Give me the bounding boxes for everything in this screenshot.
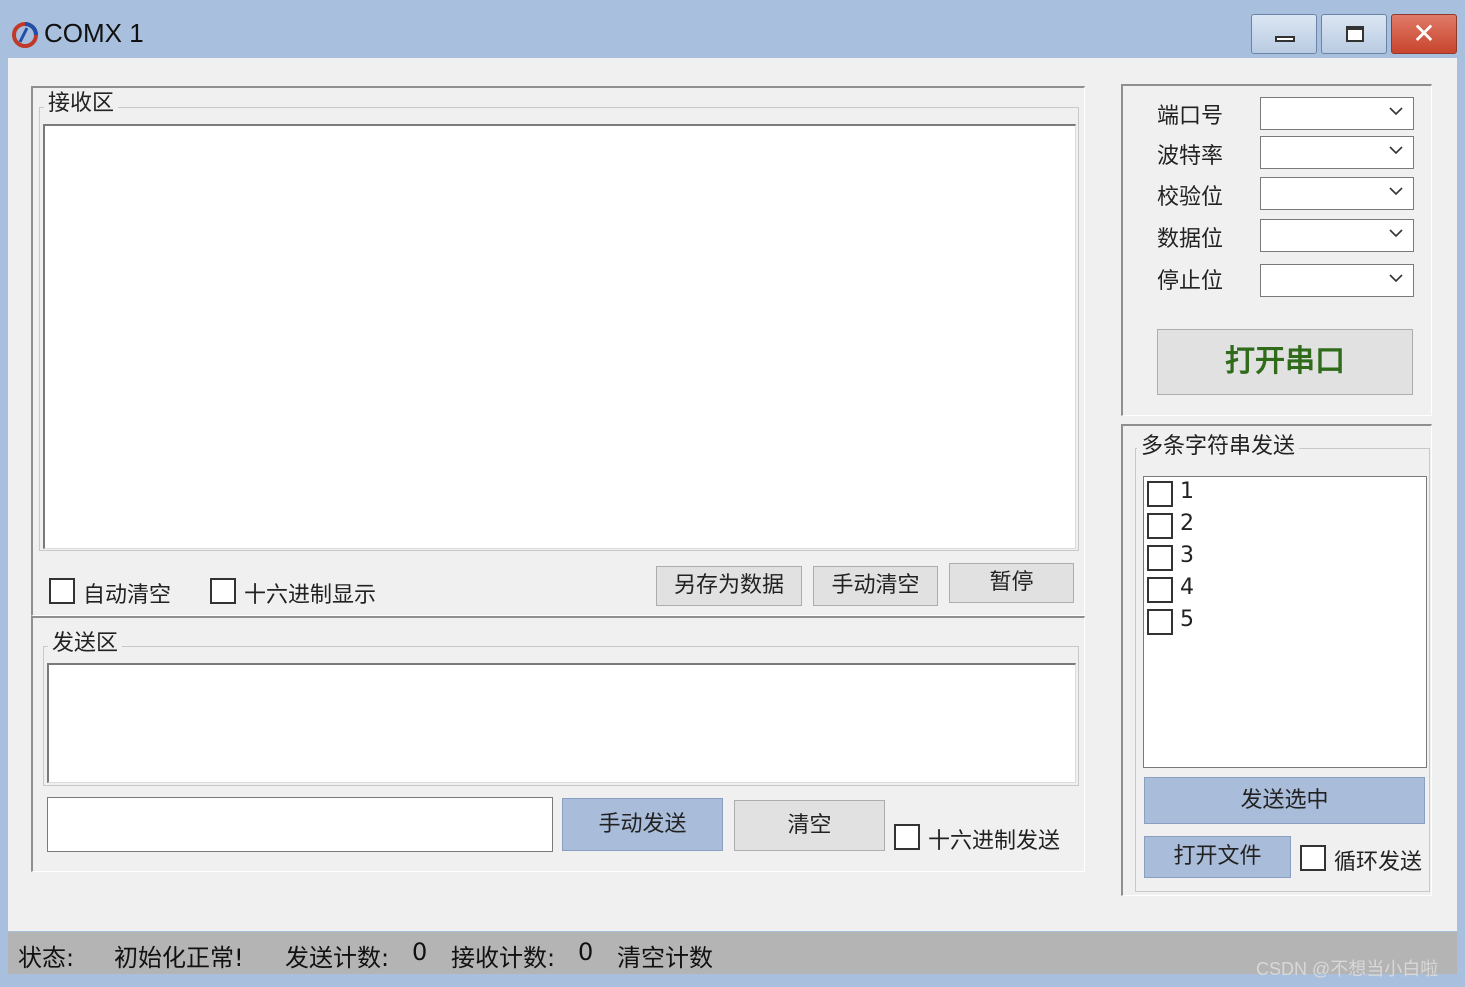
close-icon: ✕ [1412, 17, 1436, 50]
receive-textarea[interactable] [43, 124, 1076, 549]
multi-item-5-checkbox[interactable] [1147, 609, 1173, 635]
loop-send-label: 循环发送 [1334, 850, 1423, 875]
recv-count-label: 接收计数: [451, 944, 556, 972]
multi-item-5-label: 5 [1180, 607, 1194, 632]
send-legend: 发送区 [48, 631, 123, 657]
multi-item-4-label: 4 [1180, 575, 1194, 600]
window-title: COMX 1 [44, 18, 144, 48]
send-count-value: 0 [412, 938, 428, 966]
auto-clear-label: 自动清空 [83, 583, 172, 608]
multi-send-legend: 多条字符串发送 [1137, 434, 1300, 460]
send-count-label: 发送计数: [285, 944, 390, 972]
multi-item-3-label: 3 [1180, 543, 1194, 568]
databits-label: 数据位 [1157, 227, 1224, 252]
manual-send-button[interactable]: 手动发送 [562, 798, 723, 851]
send-textarea[interactable] [47, 663, 1076, 783]
pause-button[interactable]: 暂停 [949, 563, 1074, 603]
manual-clear-button[interactable]: 手动清空 [813, 566, 938, 606]
chevron-down-icon [1389, 107, 1403, 116]
multi-item-2-label: 2 [1180, 511, 1194, 536]
open-port-button[interactable]: 打开串口 [1157, 329, 1413, 395]
app-logo-icon [12, 22, 38, 48]
status-state-label: 状态: [18, 944, 75, 972]
multi-item-3-checkbox[interactable] [1147, 545, 1173, 571]
minimize-button[interactable] [1251, 14, 1317, 54]
baud-label: 波特率 [1157, 144, 1224, 169]
multi-item-2-checkbox[interactable] [1147, 513, 1173, 539]
send-line-input[interactable] [47, 797, 553, 852]
baud-select[interactable] [1260, 136, 1414, 169]
parity-label: 校验位 [1157, 185, 1224, 210]
minimize-icon [1275, 36, 1295, 42]
open-file-button[interactable]: 打开文件 [1144, 836, 1291, 878]
databits-select[interactable] [1260, 219, 1414, 252]
loop-send-checkbox[interactable] [1300, 845, 1326, 871]
clear-count-label: 清空计数 [617, 944, 713, 972]
multi-item-1-checkbox[interactable] [1147, 481, 1173, 507]
chevron-down-icon [1389, 229, 1403, 238]
maximize-icon [1346, 26, 1364, 42]
recv-count-value: 0 [578, 938, 594, 966]
hex-send-checkbox[interactable] [894, 824, 920, 850]
chevron-down-icon [1389, 187, 1403, 196]
title-bar[interactable]: COMX 1 ✕ [0, 0, 1465, 58]
multi-item-1-label: 1 [1180, 479, 1194, 504]
receive-legend: 接收区 [44, 91, 119, 117]
maximize-button[interactable] [1321, 14, 1387, 54]
multi-item-4-checkbox[interactable] [1147, 577, 1173, 603]
chevron-down-icon [1389, 274, 1403, 283]
clear-send-button[interactable]: 清空 [734, 800, 885, 851]
hex-send-label: 十六进制发送 [928, 829, 1061, 854]
stopbits-label: 停止位 [1157, 269, 1224, 294]
port-select[interactable] [1260, 97, 1414, 130]
watermark-text: CSDN @不想当小白啦 [1256, 959, 1439, 979]
chevron-down-icon [1389, 146, 1403, 155]
send-selected-button[interactable]: 发送选中 [1144, 777, 1425, 824]
auto-clear-checkbox[interactable] [49, 578, 75, 604]
hex-display-label: 十六进制显示 [244, 583, 377, 608]
port-label: 端口号 [1157, 104, 1224, 129]
status-bar: 状态: 初始化正常! 发送计数: 0 接收计数: 0 清空计数 [8, 932, 1457, 974]
hex-display-checkbox[interactable] [210, 578, 236, 604]
save-data-button[interactable]: 另存为数据 [656, 566, 802, 606]
stopbits-select[interactable] [1260, 264, 1414, 297]
parity-select[interactable] [1260, 177, 1414, 210]
status-state-value: 初始化正常! [114, 944, 244, 972]
close-button[interactable]: ✕ [1391, 14, 1457, 54]
